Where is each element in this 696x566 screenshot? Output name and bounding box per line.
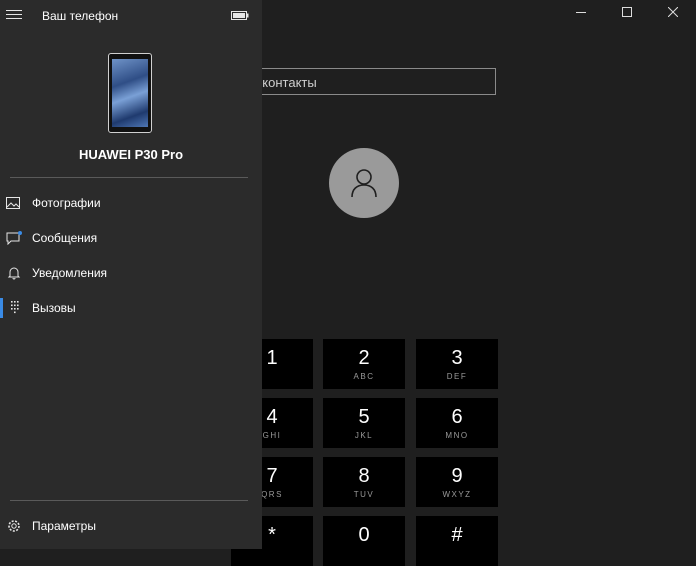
- key-digit: 4: [266, 405, 278, 428]
- dialpad-icon: [11, 301, 19, 314]
- gear-icon: [8, 520, 20, 532]
- close-button[interactable]: [650, 0, 696, 24]
- contact-avatar: [329, 148, 399, 218]
- minimize-icon: [576, 12, 586, 13]
- dialpad-key-8[interactable]: 8 TUV: [323, 457, 405, 507]
- maximize-button[interactable]: [604, 0, 650, 24]
- nav-item-messages[interactable]: Сообщения: [0, 221, 262, 255]
- key-digit: 7: [266, 464, 278, 487]
- key-digit: 5: [358, 405, 370, 428]
- bell-icon: [7, 267, 21, 280]
- key-letters: WXYZ: [442, 489, 472, 499]
- pane-header: Ваш телефон: [0, 0, 262, 32]
- contact-search-input[interactable]: ать контакты: [240, 68, 496, 95]
- dialpad-key-9[interactable]: 9 WXYZ: [416, 457, 498, 507]
- nav-label: Уведомления: [32, 266, 108, 280]
- nav-label: Фотографии: [32, 196, 101, 210]
- battery-icon: [231, 11, 249, 20]
- dialpad-key-hash[interactable]: #: [416, 516, 498, 566]
- divider: [10, 177, 248, 178]
- device-name: HUAWEI P30 Pro: [78, 147, 184, 162]
- divider: [10, 500, 248, 501]
- key-letters: QRS: [261, 489, 283, 499]
- nav-item-calls[interactable]: Вызовы: [0, 291, 262, 325]
- key-digit: #: [451, 523, 463, 546]
- minimize-button[interactable]: [558, 0, 604, 24]
- dialpad-key-6[interactable]: 6 MNO: [416, 398, 498, 448]
- dialpad-key-0[interactable]: 0: [323, 516, 405, 566]
- key-digit: 0: [358, 523, 370, 546]
- nav-label: Вызовы: [32, 301, 76, 315]
- key-digit: 2: [358, 346, 370, 369]
- selection-indicator: [0, 298, 3, 318]
- key-letters: GHI: [262, 430, 282, 440]
- app-title: Ваш телефон: [42, 9, 119, 23]
- key-letters: DEF: [446, 371, 468, 381]
- key-digit: 6: [451, 405, 463, 428]
- navigation-pane: Ваш телефон HUAWEI P30 Pro Фотографии Со…: [0, 0, 262, 549]
- key-letters: ABC: [353, 371, 375, 381]
- device-image: [108, 53, 152, 133]
- hamburger-menu-button[interactable]: [6, 8, 22, 22]
- key-digit: 9: [451, 464, 463, 487]
- chat-icon: [6, 231, 22, 245]
- dialpad-key-2[interactable]: 2 ABC: [323, 339, 405, 389]
- key-digit: *: [268, 523, 276, 546]
- dialpad-key-5[interactable]: 5 JKL: [323, 398, 405, 448]
- person-icon: [351, 169, 377, 198]
- key-digit: 1: [266, 346, 278, 369]
- key-digit: 8: [358, 464, 370, 487]
- key-letters: MNO: [445, 430, 469, 440]
- nav-label: Параметры: [32, 519, 96, 533]
- nav-item-notifications[interactable]: Уведомления: [0, 256, 262, 290]
- nav-label: Сообщения: [32, 231, 98, 245]
- window-controls: [558, 0, 696, 24]
- close-icon: [668, 7, 678, 17]
- maximize-icon: [622, 7, 632, 17]
- key-digit: 3: [451, 346, 463, 369]
- key-letters: TUV: [353, 489, 375, 499]
- key-letters: JKL: [354, 430, 374, 440]
- nav-item-photos[interactable]: Фотографии: [0, 186, 262, 220]
- photo-icon: [6, 197, 20, 209]
- nav-item-settings[interactable]: Параметры: [0, 509, 262, 543]
- dialpad-key-3[interactable]: 3 DEF: [416, 339, 498, 389]
